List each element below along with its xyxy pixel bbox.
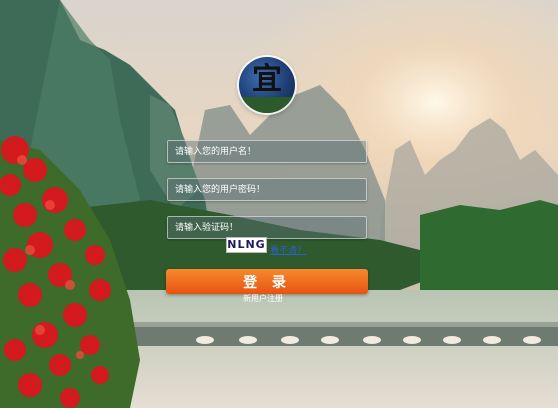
register-link[interactable]: 新用户注册 <box>243 293 283 304</box>
captcha-refresh-link[interactable]: 看不清？ <box>270 243 306 256</box>
logo-glyph: 宜 <box>252 62 282 97</box>
captcha-image[interactable]: NLNG <box>226 237 267 253</box>
password-input[interactable] <box>168 179 366 200</box>
captcha-input[interactable] <box>168 217 366 238</box>
username-field[interactable] <box>167 140 367 163</box>
username-input[interactable] <box>168 141 366 162</box>
site-logo: 宜 <box>239 57 295 113</box>
logo-ground <box>239 97 295 113</box>
login-button[interactable]: 登 录 <box>166 269 368 294</box>
captcha-field[interactable] <box>167 216 367 239</box>
password-field[interactable] <box>167 178 367 201</box>
